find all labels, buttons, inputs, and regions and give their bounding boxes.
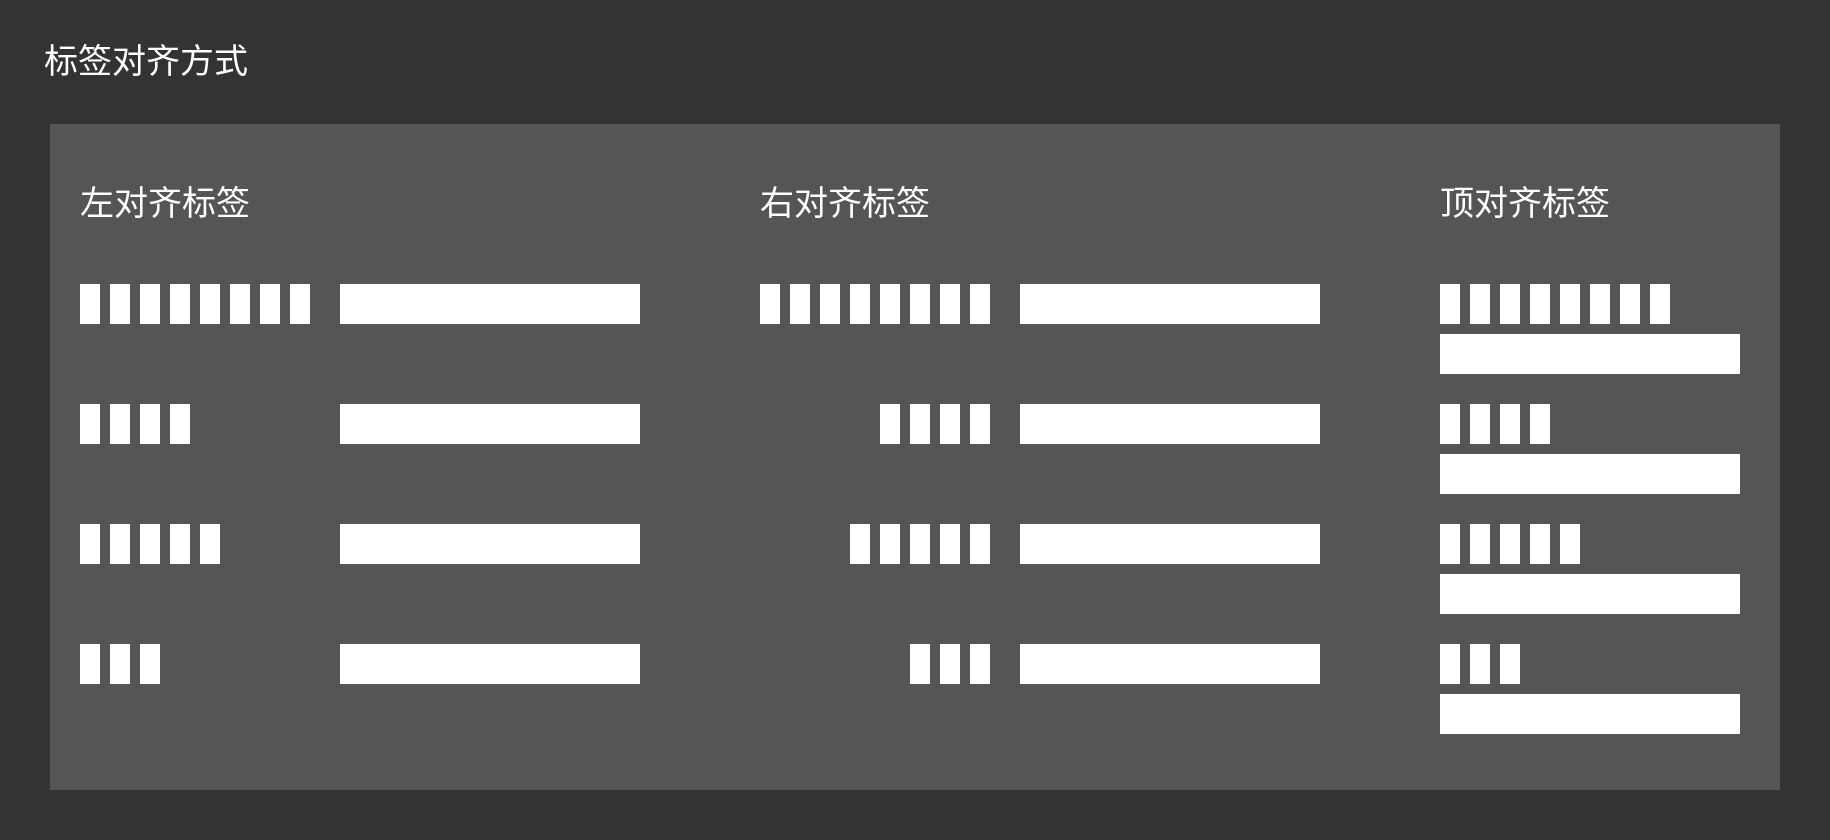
left-label-segment <box>140 284 160 324</box>
right-label-segment <box>850 284 870 324</box>
top-label-segment <box>1470 524 1490 564</box>
left-label-segment <box>140 524 160 564</box>
left-label-segment <box>110 284 130 324</box>
page-title: 标签对齐方式 <box>44 42 248 82</box>
left-label-segment <box>140 404 160 444</box>
top-label-segment <box>1440 524 1460 564</box>
left-input-field[interactable] <box>340 644 640 684</box>
right-label-segment <box>970 404 990 444</box>
top-label-segment <box>1500 284 1520 324</box>
top-label-segment <box>1560 524 1580 564</box>
left-label-segment <box>80 644 100 684</box>
right-label-segment <box>940 404 960 444</box>
left-label-segment <box>170 284 190 324</box>
right-label-segment <box>880 404 900 444</box>
top-label-segment <box>1500 404 1520 444</box>
top-label-segment <box>1500 524 1520 564</box>
left-label-segment <box>140 644 160 684</box>
left-label-segment <box>290 284 310 324</box>
right-label-segment <box>940 524 960 564</box>
left-label-segment <box>80 284 100 324</box>
right-label-segment <box>880 284 900 324</box>
left-label-segment <box>170 524 190 564</box>
left-input-field[interactable] <box>340 404 640 444</box>
right-input-field[interactable] <box>1020 404 1320 444</box>
top-label-segment <box>1470 644 1490 684</box>
top-input-field[interactable] <box>1440 334 1740 374</box>
top-input-field[interactable] <box>1440 574 1740 614</box>
left-label-segment <box>170 404 190 444</box>
top-label-segment <box>1530 524 1550 564</box>
right-input-field[interactable] <box>1020 644 1320 684</box>
top-label-segment <box>1560 284 1580 324</box>
right-input-field[interactable] <box>1020 284 1320 324</box>
top-label-segment <box>1590 284 1610 324</box>
top-label-segment <box>1440 284 1460 324</box>
top-label-segment <box>1470 284 1490 324</box>
left-label-segment <box>200 284 220 324</box>
top-label-segment <box>1500 644 1520 684</box>
label-alignment-panel: 左对齐标签 右对齐标签 顶对齐标签 <box>50 124 1780 790</box>
top-label-segment <box>1470 404 1490 444</box>
top-label-segment <box>1530 284 1550 324</box>
right-label-segment <box>910 524 930 564</box>
top-label-segment <box>1650 284 1670 324</box>
right-label-segment <box>910 644 930 684</box>
left-label-segment <box>80 404 100 444</box>
left-label-segment <box>260 284 280 324</box>
right-label-segment <box>880 524 900 564</box>
column-title-left: 左对齐标签 <box>80 184 250 224</box>
right-label-segment <box>970 284 990 324</box>
right-label-segment <box>910 404 930 444</box>
right-label-segment <box>850 524 870 564</box>
right-label-segment <box>940 284 960 324</box>
top-label-segment <box>1620 284 1640 324</box>
top-input-field[interactable] <box>1440 454 1740 494</box>
column-title-top: 顶对齐标签 <box>1440 184 1610 224</box>
top-label-segment <box>1440 404 1460 444</box>
left-label-segment <box>110 404 130 444</box>
right-label-segment <box>970 644 990 684</box>
left-label-segment <box>110 644 130 684</box>
right-label-segment <box>760 284 780 324</box>
top-input-field[interactable] <box>1440 694 1740 734</box>
top-label-segment <box>1440 644 1460 684</box>
left-label-segment <box>230 284 250 324</box>
right-label-segment <box>910 284 930 324</box>
left-label-segment <box>80 524 100 564</box>
right-label-segment <box>820 284 840 324</box>
right-label-segment <box>940 644 960 684</box>
left-label-segment <box>110 524 130 564</box>
right-label-segment <box>970 524 990 564</box>
left-input-field[interactable] <box>340 524 640 564</box>
left-input-field[interactable] <box>340 284 640 324</box>
right-input-field[interactable] <box>1020 524 1320 564</box>
right-label-segment <box>790 284 810 324</box>
top-label-segment <box>1530 404 1550 444</box>
left-label-segment <box>200 524 220 564</box>
column-title-right: 右对齐标签 <box>760 184 930 224</box>
